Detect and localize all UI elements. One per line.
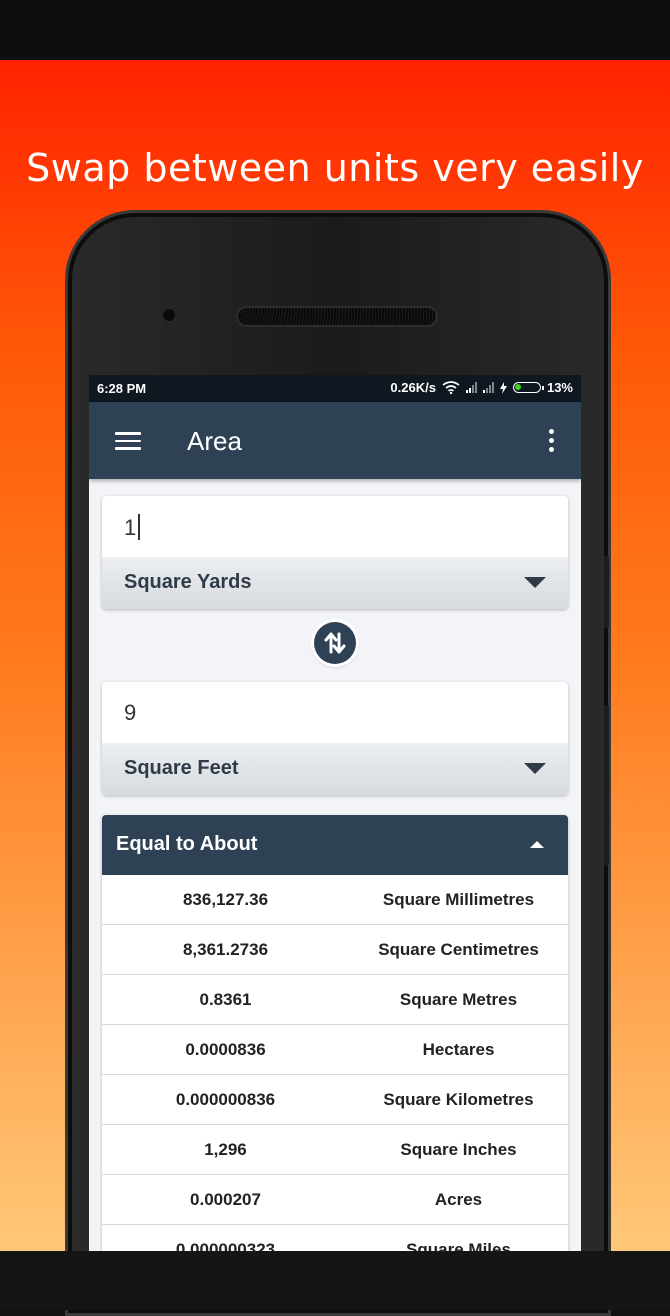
result-value: 0.000207 bbox=[190, 1189, 261, 1209]
result-row: 0.0000836 Hectares bbox=[102, 1025, 568, 1075]
results-title: Equal to About bbox=[116, 833, 258, 855]
result-row: 0.8361 Square Metres bbox=[102, 975, 568, 1025]
text-cursor bbox=[138, 514, 141, 540]
result-value: 0.8361 bbox=[199, 989, 252, 1009]
collapse-arrow-icon[interactable] bbox=[530, 841, 544, 848]
result-unit: Square Kilometres bbox=[383, 1089, 534, 1109]
app-title: Area bbox=[187, 426, 242, 456]
to-unit-label: Square Feet bbox=[124, 757, 239, 779]
hamburger-menu-icon[interactable] bbox=[115, 432, 141, 450]
from-value-input[interactable]: 1 bbox=[102, 496, 568, 557]
to-card: 9 Square Feet bbox=[102, 682, 568, 795]
battery-percent: 13% bbox=[546, 380, 573, 395]
from-card: 1 Square Yards bbox=[102, 496, 568, 609]
result-unit: Square Metres bbox=[399, 989, 518, 1009]
network-speed: 0.26K/s bbox=[390, 380, 436, 395]
phone-screen: 6:28 PM 0.26K/s 13% Area 1 Square Yards … bbox=[89, 375, 581, 1251]
swap-arrows-icon bbox=[324, 632, 346, 654]
to-value-text: 9 bbox=[124, 700, 137, 725]
result-unit: Square Miles bbox=[406, 1239, 511, 1252]
result-value: 8,361.2736 bbox=[182, 939, 269, 959]
result-value: 1,296 bbox=[204, 1139, 247, 1159]
results-header[interactable]: Equal to About bbox=[102, 815, 568, 875]
result-value: 0.0000836 bbox=[185, 1039, 266, 1059]
to-value-input[interactable]: 9 bbox=[102, 682, 568, 743]
result-unit: Square Inches bbox=[400, 1139, 517, 1159]
promo-headline: Swap between units very easily bbox=[26, 146, 644, 190]
speaker-grille bbox=[238, 308, 436, 325]
to-unit-dropdown[interactable]: Square Feet bbox=[102, 743, 568, 795]
dropdown-arrow-icon bbox=[524, 763, 546, 774]
result-unit: Acres bbox=[434, 1189, 483, 1209]
result-row: 836,127.36 Square Millimetres bbox=[102, 875, 568, 925]
from-unit-dropdown[interactable]: Square Yards bbox=[102, 557, 568, 609]
front-camera-icon bbox=[163, 309, 175, 321]
result-value: 836,127.36 bbox=[182, 889, 269, 909]
results-list: 836,127.36 Square Millimetres 8,361.2736 S… bbox=[102, 875, 568, 1251]
top-black-bar bbox=[0, 0, 670, 60]
app-bar: Area bbox=[89, 402, 581, 479]
result-row: 0.000000836 Square Kilometres bbox=[102, 1075, 568, 1125]
result-unit: Square Centimetres bbox=[378, 939, 539, 959]
result-row: 8,361.2736 Square Centimetres bbox=[102, 925, 568, 975]
charging-icon bbox=[499, 381, 507, 394]
result-value: 0.000000836 bbox=[175, 1089, 276, 1109]
wifi-icon bbox=[442, 381, 460, 394]
from-value-text: 1 bbox=[124, 515, 137, 540]
result-unit: Hectares bbox=[422, 1039, 495, 1059]
from-unit-label: Square Yards bbox=[124, 571, 252, 593]
status-time: 6:28 PM bbox=[97, 381, 147, 396]
status-indicators: 0.26K/s 13% bbox=[390, 380, 573, 395]
overflow-menu-icon[interactable] bbox=[549, 429, 555, 456]
bottom-black-bar bbox=[0, 1251, 670, 1310]
volume-button bbox=[604, 556, 609, 628]
result-row: 1,296 Square Inches bbox=[102, 1125, 568, 1175]
result-value: 0.000000323 bbox=[175, 1239, 276, 1252]
power-button bbox=[604, 705, 609, 865]
signal-icon-sim2 bbox=[482, 382, 494, 393]
status-bar: 6:28 PM 0.26K/s 13% bbox=[89, 375, 581, 402]
results-panel: Equal to About 836,127.36 Square Millimet… bbox=[102, 815, 568, 1251]
result-row: 0.000000323 Square Miles bbox=[102, 1225, 568, 1252]
result-row: 0.000207 Acres bbox=[102, 1175, 568, 1225]
swap-units-button[interactable] bbox=[314, 622, 356, 664]
battery-icon bbox=[512, 382, 544, 393]
signal-icon-sim1 bbox=[465, 382, 477, 393]
dropdown-arrow-icon bbox=[524, 577, 546, 588]
result-unit: Square Millimetres bbox=[382, 889, 535, 909]
